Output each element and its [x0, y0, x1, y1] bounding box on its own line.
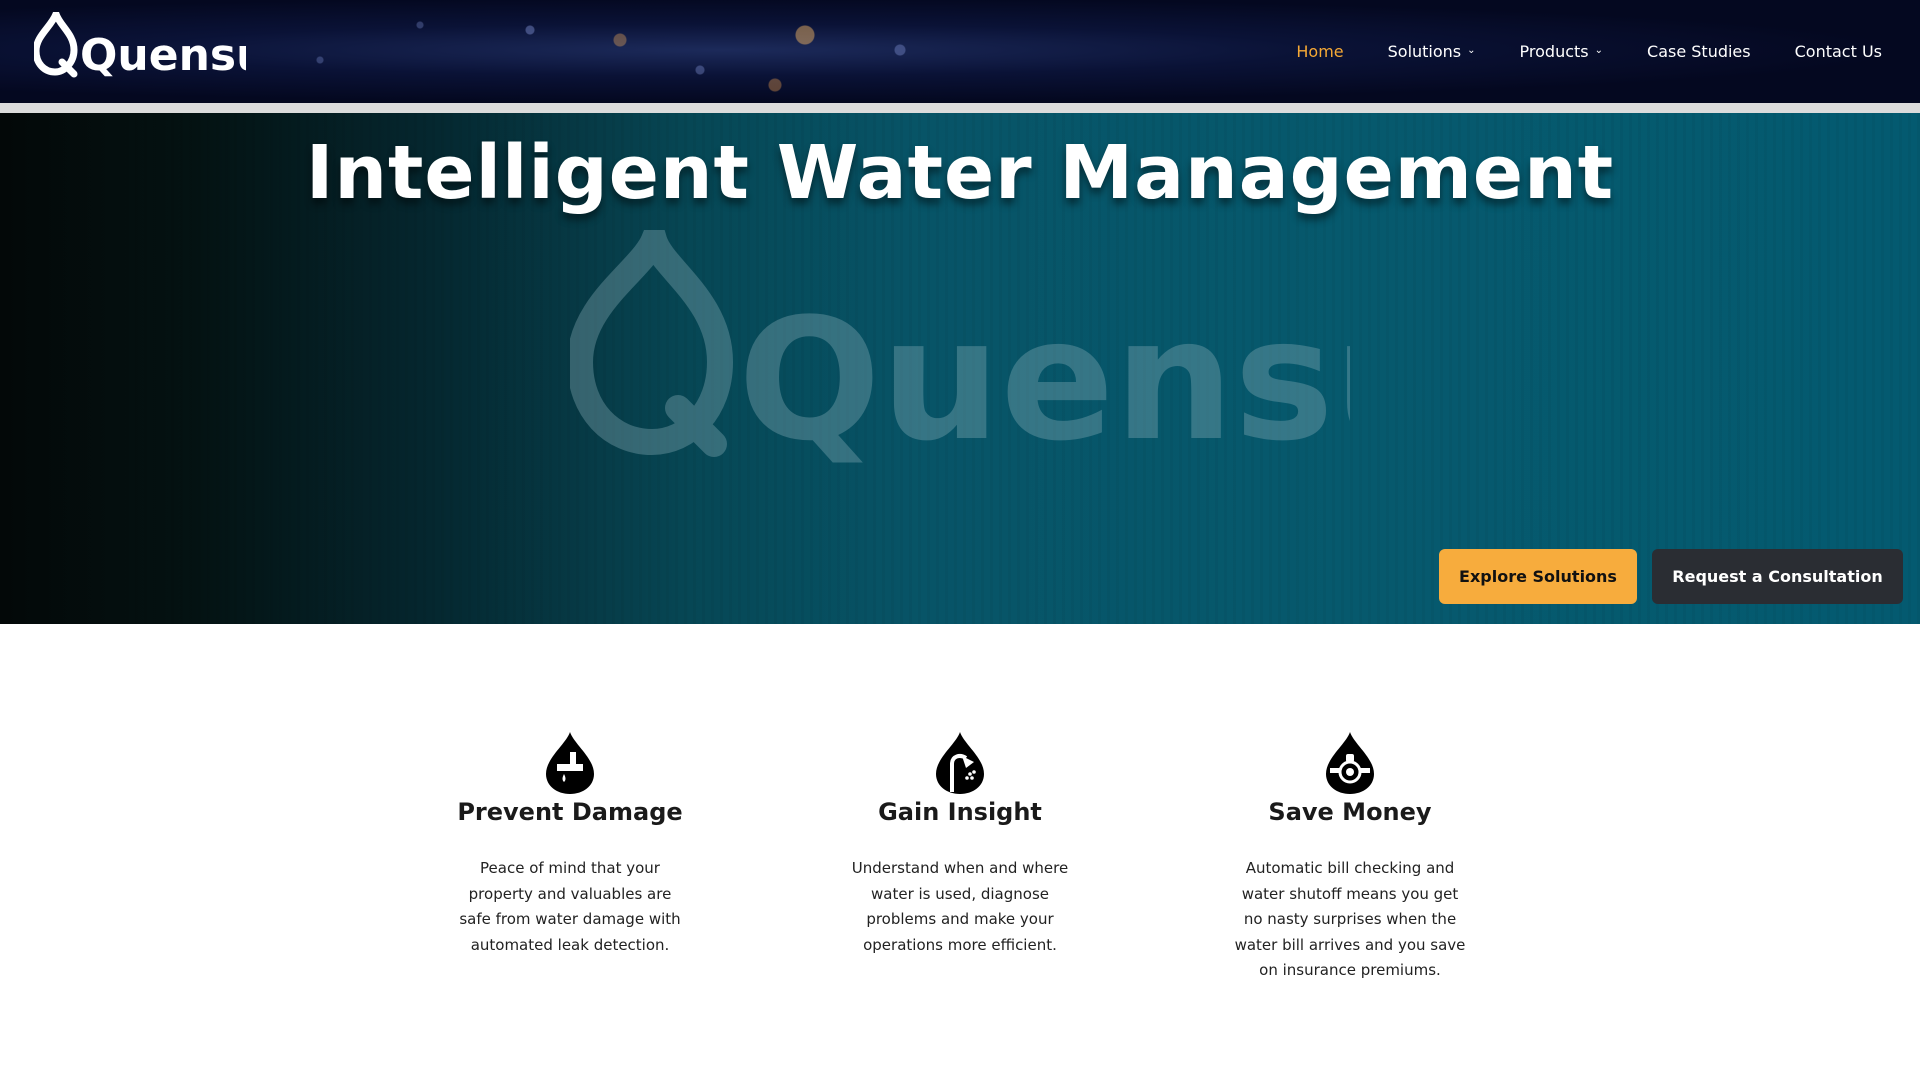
chevron-down-icon: ⌄ [1467, 45, 1476, 56]
quensus-logo[interactable]: Quensus [34, 12, 246, 78]
nav-home-label: Home [1296, 42, 1344, 61]
feature-gain-insight: Gain Insight Understand when and where w… [830, 730, 1090, 958]
chevron-down-icon: ⌄ [1594, 45, 1604, 56]
feature-description: Understand when and where water is used,… [851, 859, 1069, 954]
request-consultation-button[interactable]: Request a Consultation [1652, 549, 1903, 604]
feature-description: Peace of mind that your property and val… [459, 859, 681, 954]
nav-products[interactable]: Products ⌄ [1520, 42, 1603, 61]
nav-solutions-label: Solutions [1387, 42, 1462, 61]
feature-title: Save Money [1268, 798, 1432, 826]
nav-case-studies-label: Case Studies [1647, 42, 1751, 61]
site-header: Quensus Home Solutions ⌄ Products ⌄ Case… [0, 0, 1920, 103]
water-drop-meter-icon [1326, 732, 1374, 794]
main-nav: Home Solutions ⌄ Products ⌄ Case Studies… [1252, 0, 1882, 103]
nav-contact-us-label: Contact Us [1794, 42, 1882, 61]
water-drop-pipe-leak-icon [546, 732, 594, 794]
feature-prevent-damage: Prevent Damage Peace of mind that your p… [440, 730, 700, 958]
explore-solutions-button[interactable]: Explore Solutions [1439, 549, 1637, 604]
feature-title: Prevent Damage [457, 798, 683, 826]
hero-title: Intelligent Water Management [305, 130, 1615, 216]
nav-case-studies[interactable]: Case Studies [1647, 42, 1751, 61]
feature-title: Gain Insight [878, 798, 1042, 826]
feature-save-money: Save Money Automatic bill checking and w… [1220, 730, 1480, 984]
watermark-wordmark: Quensus [738, 282, 1350, 470]
nav-home[interactable]: Home [1296, 42, 1343, 61]
header-divider [0, 103, 1920, 113]
nav-contact-us[interactable]: Contact Us [1795, 42, 1882, 61]
feature-description: Automatic bill checking and water shutof… [1234, 859, 1466, 979]
nav-products-label: Products [1519, 42, 1589, 61]
water-drop-shower-icon [936, 732, 984, 794]
quensus-watermark-logo: Quensus [570, 230, 1350, 470]
logo-wordmark: Quensus [80, 30, 246, 78]
nav-solutions[interactable]: Solutions ⌄ [1388, 42, 1476, 61]
